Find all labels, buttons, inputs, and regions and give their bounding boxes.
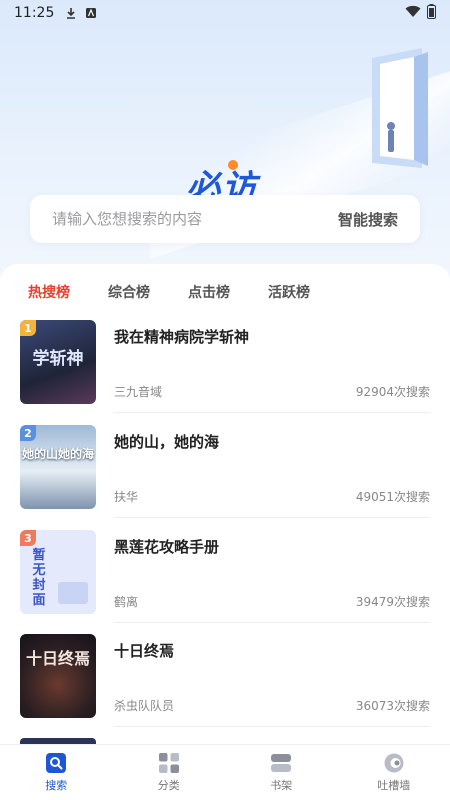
- divider: [114, 412, 430, 413]
- book-title[interactable]: 我在精神病院学斩神: [114, 326, 249, 347]
- category-icon: [158, 752, 180, 774]
- search-bar: 智能搜索: [30, 195, 420, 243]
- book-author: 三九音域: [114, 385, 163, 399]
- search-count: 49051次搜索: [355, 490, 430, 504]
- divider: [114, 622, 430, 623]
- nav-label: 搜索: [45, 779, 68, 792]
- smart-search-button[interactable]: 智能搜索: [338, 209, 398, 230]
- book-info: 我在精神病院学斩神 三九音域 92904次搜索: [114, 320, 430, 404]
- doorway-illustration: [362, 48, 432, 188]
- search-icon: [45, 752, 67, 774]
- book-list-item[interactable]: 暂无封面 3 黑莲花攻略手册 鹤离 39479次搜索: [20, 530, 430, 634]
- logo-dot: [228, 160, 238, 170]
- book-cover[interactable]: 暂无封面 3: [20, 530, 96, 614]
- tab-clicks[interactable]: 点击榜: [188, 278, 230, 314]
- nav-label: 书架: [270, 779, 293, 792]
- book-info: 黑莲花攻略手册 鹤离 39479次搜索: [114, 530, 430, 614]
- book-author: 鹤离: [114, 595, 139, 609]
- book-cover-text: 暂无封面: [32, 548, 46, 608]
- rank-badge: 1: [20, 320, 36, 336]
- book-title[interactable]: 黑莲花攻略手册: [114, 536, 219, 557]
- tab-active[interactable]: 活跃榜: [268, 278, 310, 314]
- book-title[interactable]: 十日终焉: [114, 640, 174, 661]
- bookshelf-icon: [270, 752, 292, 774]
- app-notification-icon: [84, 6, 98, 20]
- search-count: 92904次搜索: [355, 385, 430, 399]
- book-cover[interactable]: 她的山她的海 2: [20, 425, 96, 509]
- divider: [114, 726, 430, 727]
- search-count: 36073次搜索: [355, 699, 430, 713]
- wifi-icon: [405, 5, 421, 22]
- tab-overall[interactable]: 综合榜: [108, 278, 150, 314]
- nav-comment-wall[interactable]: 吐槽墙: [338, 745, 450, 800]
- nav-label: 吐槽墙: [377, 779, 411, 792]
- book-cover[interactable]: 学斩神 1: [20, 320, 96, 404]
- book-cover-text: 她的山她的海: [21, 447, 94, 461]
- download-icon: [64, 6, 78, 20]
- nav-search[interactable]: 搜索: [0, 745, 113, 800]
- battery-icon: [427, 3, 436, 23]
- nav-bookshelf[interactable]: 书架: [225, 745, 338, 800]
- book-info: 她的山，她的海 扶华 49051次搜索: [114, 425, 430, 509]
- book-cover[interactable]: 十日终焉: [20, 634, 96, 718]
- nav-category[interactable]: 分类: [113, 745, 226, 800]
- book-author: 扶华: [114, 490, 139, 504]
- book-title[interactable]: 她的山，她的海: [114, 431, 219, 452]
- search-count: 39479次搜索: [355, 595, 430, 609]
- status-time: 11:25: [14, 5, 55, 21]
- book-author: 杀虫队队员: [114, 699, 175, 713]
- chat-icon: [383, 752, 405, 774]
- book-cover-text: 学斩神: [32, 349, 84, 369]
- rank-badge: 2: [20, 425, 36, 441]
- ranking-tabs: 热搜榜 综合榜 点击榜 活跃榜: [0, 264, 450, 314]
- search-input[interactable]: [52, 210, 338, 228]
- header-banner: 11:25 必访 智能搜索: [0, 0, 450, 290]
- nav-label: 分类: [157, 779, 180, 792]
- book-list-item[interactable]: 她的山她的海 2 她的山，她的海 扶华 49051次搜索: [20, 425, 430, 529]
- book-list-item[interactable]: 十日终焉 十日终焉 杀虫队队员 36073次搜索: [20, 634, 430, 738]
- book-cover-text: 十日终焉: [25, 649, 90, 668]
- placeholder-box-icon: [58, 582, 88, 604]
- bottom-nav: 搜索 分类 书架 吐槽墙: [0, 744, 450, 800]
- status-bar: 11:25: [0, 0, 450, 26]
- divider: [114, 517, 430, 518]
- book-info: 十日终焉 杀虫队队员 36073次搜索: [114, 634, 430, 718]
- ranking-panel: 热搜榜 综合榜 点击榜 活跃榜 学斩神 1 我在精神病院学斩神 三九音域 929…: [0, 264, 450, 744]
- tab-hot-search[interactable]: 热搜榜: [28, 278, 70, 314]
- book-list-item[interactable]: 学斩神 1 我在精神病院学斩神 三九音域 92904次搜索: [20, 320, 430, 424]
- rank-badge: 3: [20, 530, 36, 546]
